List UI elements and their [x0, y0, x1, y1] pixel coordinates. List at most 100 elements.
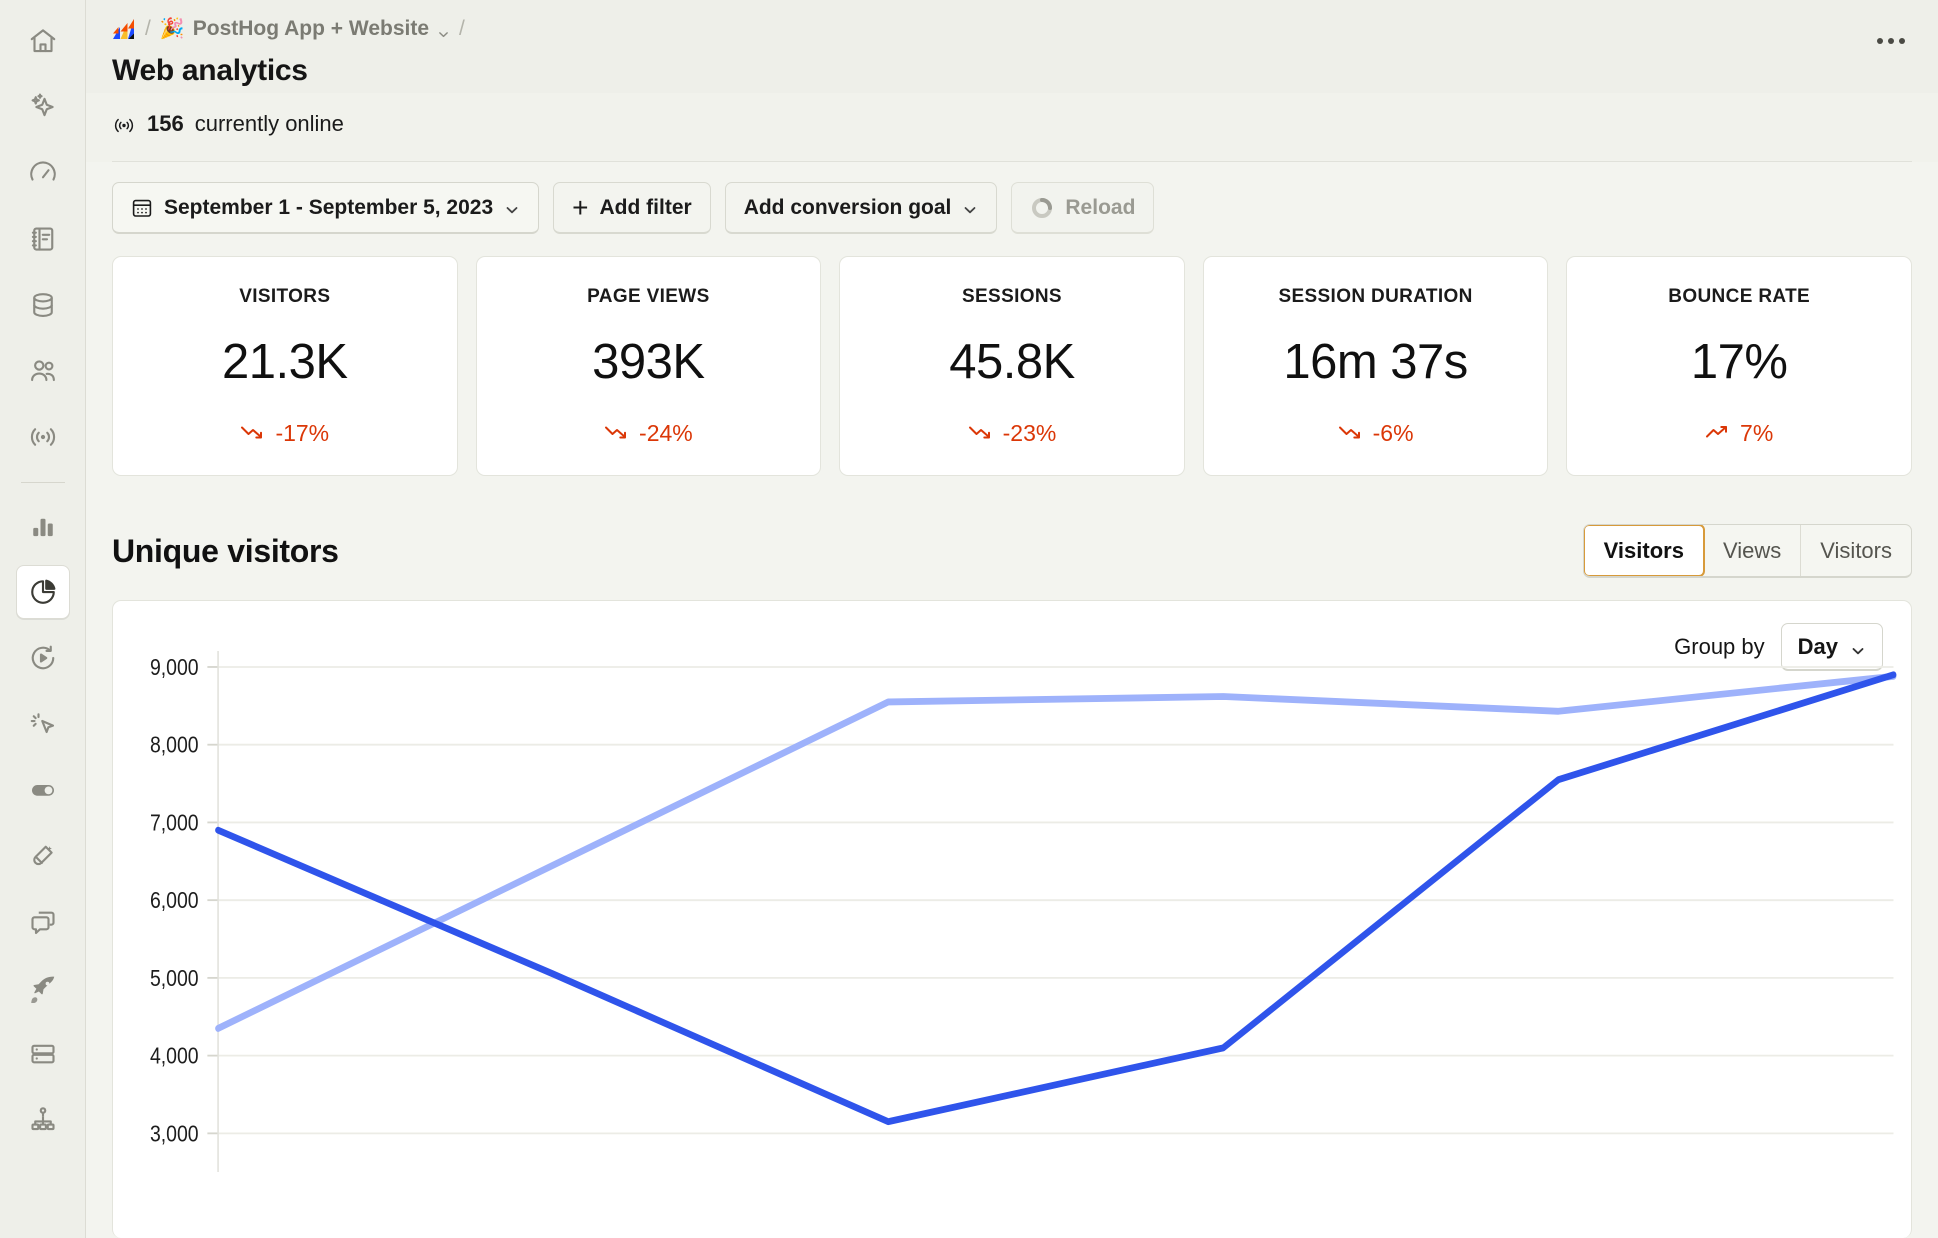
- tab-visitors-secondary[interactable]: Visitors: [1801, 525, 1911, 576]
- stat-card-bounce-rate[interactable]: BOUNCE RATE 17% 7%: [1566, 256, 1912, 476]
- dot-2: [1888, 38, 1894, 44]
- stat-delta: 7%: [1705, 420, 1773, 447]
- stat-card-session-duration[interactable]: SESSION DURATION 16m 37s -6%: [1202, 256, 1549, 476]
- stat-delta-text: -24%: [639, 419, 693, 446]
- sidebar-item-feature-flags[interactable]: [16, 763, 70, 817]
- sidebar-item-data-warehouse[interactable]: [16, 1093, 70, 1147]
- reload-label: Reload: [1065, 195, 1136, 219]
- page-header: / 🎉 PostHog App + Website / Web analytic…: [86, 0, 1938, 93]
- tab-visitors[interactable]: Visitors: [1583, 525, 1705, 576]
- sparkle-icon: [28, 92, 58, 122]
- broadcast-icon: [28, 422, 58, 452]
- chart-line-previous-period: [215, 672, 1897, 1032]
- sidebar-item-pipeline[interactable]: [16, 1027, 70, 1081]
- live-users-text[interactable]: 156 currently online: [112, 111, 1912, 137]
- y-axis-tick-label: 6,000: [150, 889, 199, 914]
- pie-chart-icon: [28, 577, 58, 607]
- stat-value: 393K: [592, 334, 705, 389]
- party-popper-icon: 🎉: [159, 18, 185, 40]
- sidebar-item-notebooks[interactable]: [16, 212, 70, 266]
- stat-delta-text: -17%: [275, 419, 330, 446]
- tab-views[interactable]: Views: [1704, 525, 1802, 576]
- live-users-count: 156: [147, 111, 184, 136]
- plus-icon: +: [572, 191, 589, 223]
- stat-label: VISITORS: [239, 285, 331, 307]
- breadcrumb-separator-2: /: [459, 17, 465, 40]
- sidebar-item-product-analytics[interactable]: [16, 499, 70, 553]
- chart-header: Unique visitors Visitors Views Visitors: [86, 476, 1938, 578]
- sidebar-divider: [20, 482, 65, 483]
- chevron-down-icon: [504, 200, 520, 216]
- chart-line-current-period: [215, 671, 1897, 1126]
- left-sidebar: [0, 0, 86, 1238]
- cursor-click-icon: [28, 709, 58, 739]
- sidebar-item-data-management[interactable]: [16, 278, 70, 332]
- toggle-icon: [28, 775, 58, 805]
- chart-tabs: Visitors Views Visitors: [1582, 524, 1912, 578]
- flask-icon: [28, 841, 58, 871]
- stat-value: 16m 37s: [1283, 334, 1468, 389]
- stat-card-visitors[interactable]: VISITORS 21.3K -17%: [112, 256, 458, 476]
- chevron-down-icon[interactable]: [437, 23, 450, 37]
- more-options-button[interactable]: [1868, 24, 1914, 58]
- stat-delta: -23%: [968, 419, 1057, 447]
- main-content: / 🎉 PostHog App + Website / Web analytic…: [86, 0, 1938, 1238]
- calendar-icon: [131, 197, 153, 219]
- stats-row: VISITORS 21.3K -17% PAGE VIEWS 393K -24%: [86, 234, 1938, 476]
- sidebar-item-session-replay[interactable]: [16, 631, 70, 685]
- stat-label: SESSIONS: [962, 285, 1062, 307]
- live-broadcast-icon: [112, 115, 136, 134]
- trend-down-icon: [1338, 420, 1364, 447]
- sidebar-item-surveys[interactable]: [16, 895, 70, 949]
- stat-card-sessions[interactable]: SESSIONS 45.8K -23%: [839, 256, 1185, 476]
- add-conversion-goal-label: Add conversion goal: [743, 195, 952, 219]
- filter-bar: September 1 - September 5, 2023 + Add fi…: [86, 162, 1938, 234]
- stat-value: 45.8K: [949, 334, 1075, 389]
- sitemap-icon: [28, 1105, 58, 1135]
- chart-title: Unique visitors: [112, 532, 339, 569]
- sidebar-item-heatmaps[interactable]: [16, 697, 70, 751]
- page-title: Web analytics: [112, 54, 308, 87]
- trend-down-icon: [968, 420, 994, 447]
- stat-delta-text: -6%: [1372, 419, 1414, 446]
- date-range-picker[interactable]: September 1 - September 5, 2023: [112, 182, 540, 234]
- chart-series: [215, 671, 1897, 1126]
- stat-delta-text: -23%: [1002, 419, 1057, 446]
- sidebar-item-home[interactable]: [16, 14, 70, 68]
- home-icon: [28, 26, 58, 56]
- add-conversion-goal-button[interactable]: Add conversion goal: [724, 182, 998, 234]
- stat-value: 21.3K: [222, 334, 348, 389]
- spinner-icon: [1030, 196, 1054, 220]
- chart-y-axis-labels: 3,000 4,000 5,000 6,000 7,000 8,000 9,000: [150, 656, 199, 1147]
- people-icon: [28, 356, 58, 386]
- breadcrumb-project[interactable]: 🎉 PostHog App + Website: [160, 17, 450, 41]
- stat-delta: -6%: [1338, 420, 1414, 447]
- dot-3: [1899, 38, 1905, 44]
- app-root: / 🎉 PostHog App + Website / Web analytic…: [0, 0, 1938, 1238]
- stat-delta: -24%: [604, 420, 693, 447]
- y-axis-tick-label: 5,000: [150, 967, 199, 992]
- line-chart-svg: 3,000 4,000 5,000 6,000 7,000 8,000 9,000: [150, 651, 1897, 1173]
- sidebar-item-dashboards[interactable]: [16, 146, 70, 200]
- sidebar-item-ai[interactable]: [16, 80, 70, 134]
- sidebar-item-experiments[interactable]: [16, 829, 70, 883]
- sidebar-item-early-access[interactable]: [16, 961, 70, 1015]
- stat-label: BOUNCE RATE: [1668, 285, 1811, 307]
- date-range-label: September 1 - September 5, 2023: [164, 195, 494, 219]
- stat-label: SESSION DURATION: [1278, 285, 1473, 307]
- chart-plot-area[interactable]: 3,000 4,000 5,000 6,000 7,000 8,000 9,000: [113, 601, 1911, 1238]
- add-filter-button[interactable]: + Add filter: [553, 182, 711, 234]
- stat-card-page-views[interactable]: PAGE VIEWS 393K -24%: [475, 256, 822, 476]
- sidebar-item-persons[interactable]: [16, 344, 70, 398]
- trend-down-icon: [604, 420, 630, 447]
- y-axis-tick-label: 7,000: [150, 811, 199, 836]
- replay-icon: [28, 643, 58, 673]
- sidebar-item-web-analytics[interactable]: [15, 565, 70, 619]
- y-axis-tick-label: 4,000: [150, 1044, 199, 1069]
- sidebar-item-activity[interactable]: [16, 410, 70, 464]
- stat-delta: -17%: [240, 420, 329, 447]
- stat-delta-text: 7%: [1740, 419, 1774, 446]
- y-axis-tick-label: 3,000: [150, 1122, 199, 1147]
- reload-button[interactable]: Reload: [1011, 182, 1155, 234]
- posthog-logo-icon[interactable]: [112, 18, 136, 40]
